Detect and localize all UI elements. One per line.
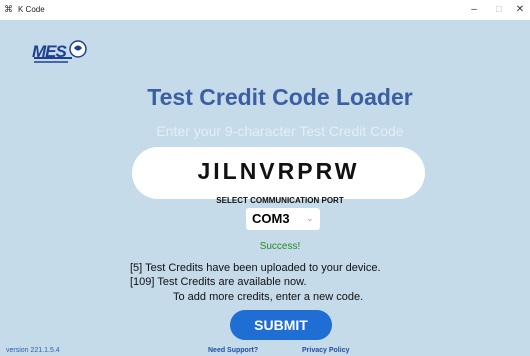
- credit-code-input[interactable]: JILNVRPRW: [132, 147, 425, 199]
- minimize-button[interactable]: –: [463, 1, 485, 19]
- company-logo: MES: [32, 38, 88, 66]
- support-link[interactable]: Need Support?: [208, 347, 258, 354]
- credit-code-value: JILNVRPRW: [197, 158, 360, 184]
- submit-button[interactable]: SUBMIT: [230, 310, 332, 340]
- port-selected-value: COM3: [252, 211, 290, 226]
- status-line-uploaded: [5] Test Credits have been uploaded to y…: [130, 262, 381, 274]
- app-icon: ⌘: [4, 4, 13, 14]
- status-line-available: [109] Test Credits are available now.: [130, 276, 307, 288]
- close-button[interactable]: ✕: [509, 1, 530, 19]
- window-titlebar: ⌘ K Code – □ ✕: [0, 0, 530, 20]
- chevron-down-icon: ⌄: [306, 213, 314, 223]
- logo-text: MES: [32, 42, 67, 61]
- main-panel: MES Test Credit Code Loader Enter your 9…: [0, 20, 530, 356]
- port-label: SELECT COMMUNICATION PORT: [216, 196, 344, 205]
- page-subtitle: Enter your 9-character Test Credit Code: [156, 123, 404, 139]
- page-title: Test Credit Code Loader: [147, 84, 413, 110]
- window-title: K Code: [18, 5, 45, 14]
- port-select[interactable]: COM3 ⌄: [246, 208, 320, 230]
- privacy-link[interactable]: Privacy Policy: [302, 347, 349, 354]
- version-label: version 221.1.5.4: [6, 347, 60, 354]
- status-line-instructions: To add more credits, enter a new code.: [173, 291, 364, 303]
- maximize-button[interactable]: □: [488, 1, 510, 19]
- success-message: Success!: [259, 241, 301, 252]
